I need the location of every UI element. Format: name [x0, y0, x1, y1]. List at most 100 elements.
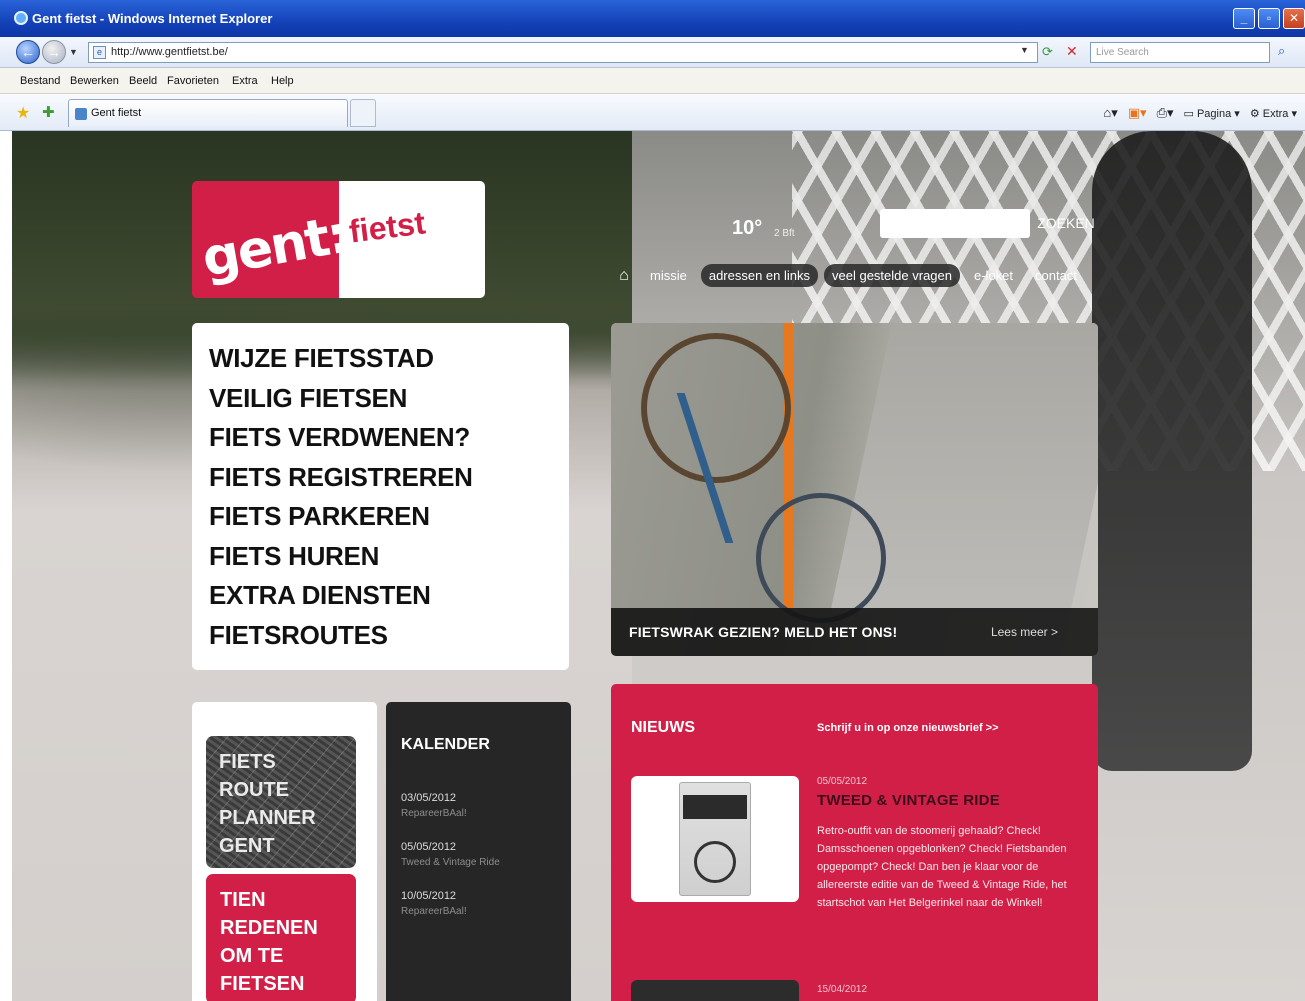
command-bar: ⌂▾ ▣▾ ⎙▾ ▭ Pagina ▾ ⚙ Extra ▾ — [1103, 105, 1297, 121]
menu-bewerken[interactable]: Bewerken — [70, 75, 119, 87]
route-planner-line: ROUTE — [219, 779, 289, 801]
menu-wijze-fietsstad[interactable]: WIJZE FIETSSTAD — [209, 339, 569, 379]
tab-title: Gent fietst — [91, 107, 142, 119]
reasons-line: FIETSEN — [220, 973, 305, 995]
calendar-box: KALENDER 03/05/2012 RepareerBAal! 05/05/… — [386, 702, 571, 1001]
tools-box: FIETS ROUTE PLANNER GENT TIEN REDENEN OM… — [192, 702, 377, 1001]
window-titlebar: Gent fietst - Windows Internet Explorer … — [0, 0, 1305, 37]
refresh-icon[interactable]: ⟳ — [1042, 44, 1053, 60]
feature-read-more-link[interactable]: Lees meer > — [991, 625, 1058, 639]
route-planner-line: GENT — [219, 835, 275, 857]
ie-logo-icon — [14, 11, 28, 25]
nav-adressen-en-links[interactable]: adressen en links — [700, 264, 819, 287]
weather-wind: 2 Bft — [774, 228, 795, 239]
history-dropdown-icon[interactable]: ▼ — [69, 47, 78, 57]
back-button[interactable]: ← — [16, 40, 40, 64]
nav-e-loket[interactable]: e-loket — [966, 264, 1021, 287]
news-poster-image — [679, 782, 751, 896]
nav-veel-gestelde-vragen[interactable]: veel gestelde vragen — [824, 264, 960, 287]
route-planner-tile[interactable]: FIETS ROUTE PLANNER GENT — [206, 736, 356, 868]
nav-missie[interactable]: missie — [642, 264, 695, 287]
reasons-line: REDENEN — [220, 917, 318, 939]
calendar-date: 03/05/2012 — [401, 792, 457, 804]
window-controls: _ ▫ ✕ — [1233, 8, 1305, 29]
favorites-star-icon[interactable]: ★ — [16, 103, 30, 123]
menu-fiets-parkeren[interactable]: FIETS PARKEREN — [209, 497, 569, 537]
window-title: Gent fietst - Windows Internet Explorer — [32, 11, 273, 26]
calendar-date: 10/05/2012 — [401, 890, 457, 902]
news-date: 15/04/2012 — [817, 984, 868, 995]
forward-button[interactable]: → — [42, 40, 66, 64]
weather-temperature: 10° — [732, 217, 763, 239]
calendar-title: KALENDER — [401, 736, 490, 753]
menu-help[interactable]: Help — [271, 75, 294, 87]
feature-banner[interactable]: FIETSWRAK GEZIEN? MELD HET ONS! Lees mee… — [611, 323, 1098, 656]
background-cyclist — [1092, 131, 1252, 771]
reasons-line: OM TE — [220, 945, 284, 967]
browser-tab[interactable]: Gent fietst — [68, 99, 348, 127]
url-input[interactable]: e http://www.gentfietst.be/ — [88, 42, 1038, 63]
menu-fiets-registreren[interactable]: FIETS REGISTREREN — [209, 458, 569, 498]
stop-icon[interactable]: ✕ — [1066, 43, 1078, 60]
news-thumbnail[interactable] — [631, 776, 799, 902]
calendar-event: RepareerBAal! — [401, 906, 467, 917]
menu-bar: Bestand Bewerken Beeld Favorieten Extra … — [0, 68, 1305, 94]
calendar-entry[interactable]: 03/05/2012 RepareerBAal! — [401, 792, 571, 819]
site-search-button[interactable]: ZOEKEN — [1032, 209, 1100, 238]
reasons-line: TIEN — [220, 889, 266, 911]
logo-fietst-text: fietst — [347, 204, 428, 250]
url-text: http://www.gentfietst.be/ — [111, 46, 228, 58]
live-search-input[interactable]: Live Search — [1090, 42, 1270, 63]
feature-photo-bike-frame — [676, 393, 846, 543]
calendar-date: 05/05/2012 — [401, 841, 457, 853]
menu-fiets-huren[interactable]: FIETS HUREN — [209, 537, 569, 577]
close-button[interactable]: ✕ — [1283, 8, 1305, 29]
news-date: 05/05/2012 — [817, 776, 868, 787]
news-title: NIEUWS — [631, 719, 695, 736]
web-page: gent: fietst 10° 2 Bft ZOEKEN ⌂ missie a… — [12, 131, 1305, 1001]
url-dropdown-icon[interactable]: ▼ — [1020, 45, 1029, 55]
menu-extra[interactable]: Extra — [232, 75, 258, 87]
calendar-event: RepareerBAal! — [401, 808, 467, 819]
ten-reasons-tile[interactable]: TIEN REDENEN OM TE FIETSEN — [206, 874, 356, 1001]
tools-menu[interactable]: ⚙ Extra ▾ — [1250, 107, 1297, 120]
tab-bar: ★ ✚ Gent fietst ⌂▾ ▣▾ ⎙▾ ▭ Pagina ▾ ⚙ Ex… — [0, 94, 1305, 131]
news-body: Retro-outfit van de stoomerij gehaald? C… — [817, 825, 1067, 909]
page-menu[interactable]: ▭ Pagina ▾ — [1184, 107, 1240, 120]
page-icon: e — [93, 46, 106, 59]
main-nav: ⌂ missie adressen en links veel gestelde… — [612, 264, 1085, 287]
menu-veilig-fietsen[interactable]: VEILIG FIETSEN — [209, 379, 569, 419]
add-favorite-icon[interactable]: ✚ — [42, 103, 55, 121]
site-search-input[interactable] — [880, 209, 1030, 238]
home-icon[interactable]: ⌂ — [612, 267, 636, 285]
minimize-button[interactable]: _ — [1233, 8, 1255, 29]
feature-caption: FIETSWRAK GEZIEN? MELD HET ONS! Lees mee… — [611, 608, 1098, 656]
home-icon[interactable]: ⌂▾ — [1103, 105, 1117, 121]
menu-extra-diensten[interactable]: EXTRA DIENSTEN — [209, 576, 569, 616]
feature-title: FIETSWRAK GEZIEN? MELD HET ONS! — [629, 624, 898, 640]
nav-contact[interactable]: contact — [1027, 264, 1085, 287]
route-planner-line: FIETS — [219, 751, 276, 773]
calendar-event: Tweed & Vintage Ride — [401, 857, 500, 868]
menu-bestand[interactable]: Bestand — [20, 75, 60, 87]
main-menu: WIJZE FIETSSTAD VEILIG FIETSEN FIETS VER… — [192, 323, 569, 670]
newsletter-link[interactable]: Schrijf u in op onze nieuwsbrief >> — [817, 722, 999, 734]
news-headline[interactable]: TWEED & VINTAGE RIDE — [817, 792, 1000, 809]
new-tab-button[interactable] — [350, 99, 376, 127]
menu-fiets-verdwenen[interactable]: FIETS VERDWENEN? — [209, 418, 569, 458]
tab-page-icon — [75, 108, 87, 120]
menu-beeld[interactable]: Beeld — [129, 75, 157, 87]
maximize-button[interactable]: ▫ — [1258, 8, 1280, 29]
search-icon[interactable]: ⌕ — [1278, 43, 1285, 59]
site-logo[interactable]: gent: fietst — [192, 181, 485, 298]
print-icon[interactable]: ⎙▾ — [1157, 105, 1174, 121]
menu-fietsroutes[interactable]: FIETSROUTES — [209, 616, 569, 656]
calendar-entry[interactable]: 05/05/2012 Tweed & Vintage Ride — [401, 841, 571, 868]
logo-gent-text: gent: — [197, 204, 352, 290]
calendar-entry[interactable]: 10/05/2012 RepareerBAal! — [401, 890, 571, 917]
menu-favorieten[interactable]: Favorieten — [167, 75, 219, 87]
news-thumbnail[interactable] — [631, 980, 799, 1001]
address-bar: ← → ▼ e http://www.gentfietst.be/ ▼ ⟳ ✕ … — [0, 37, 1305, 68]
feeds-icon[interactable]: ▣▾ — [1128, 105, 1147, 121]
news-box: NIEUWS Schrijf u in op onze nieuwsbrief … — [611, 684, 1098, 1001]
